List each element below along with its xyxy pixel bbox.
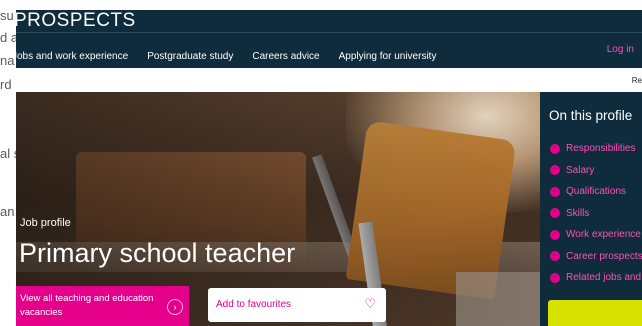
page-title: Primary school teacher — [19, 238, 296, 268]
section-link-label: Qualifications — [566, 186, 627, 198]
chevron-right-icon: › — [550, 251, 560, 262]
background-text-line: su — [0, 8, 14, 23]
sub-header-text[interactable]: Re — [632, 76, 642, 85]
site-header: PROSPECTS Jobs and work experience Postg… — [12, 10, 642, 68]
chevron-right-icon: › — [550, 143, 560, 154]
login-link[interactable]: Log in — [607, 44, 634, 55]
nav-applying-for-university[interactable]: Applying for university — [339, 51, 437, 62]
section-link-label: Related jobs and — [566, 272, 642, 284]
section-link-work-experience[interactable]: › Work experience — [550, 224, 642, 246]
chevron-right-icon: › — [550, 208, 560, 219]
chevron-right-icon: › — [550, 272, 560, 283]
sub-header-strip: Re — [16, 68, 642, 92]
prospects-logo[interactable]: PROSPECTS — [14, 10, 136, 32]
hero-banner: Job profile Primary school teacher View … — [16, 92, 540, 326]
section-link-skills[interactable]: › Skills — [550, 203, 642, 225]
section-link-label: Responsibilities — [566, 143, 636, 155]
section-link-career-prospects[interactable]: › Career prospects — [550, 246, 642, 268]
nav-jobs-and-work-experience[interactable]: Jobs and work experience — [12, 51, 128, 62]
section-link-responsibilities[interactable]: › Responsibilities — [550, 138, 642, 160]
view-vacancies-button[interactable]: View all teaching and education vacancie… — [16, 286, 189, 326]
sidebar-cta-button[interactable] — [548, 300, 642, 326]
panel-title: On this profile — [549, 108, 633, 123]
section-link-label: Career prospects — [566, 250, 642, 262]
chevron-right-icon: › — [550, 186, 560, 197]
on-this-profile-panel: On this profile › Responsibilities › Sal… — [540, 92, 642, 326]
profile-section-list: › Responsibilities › Salary › Qualificat… — [550, 138, 642, 289]
heart-icon: ♡ — [364, 296, 376, 311]
arrow-right-icon: › — [167, 299, 183, 315]
chevron-right-icon: › — [550, 165, 560, 176]
header-divider — [16, 32, 642, 33]
section-link-salary[interactable]: › Salary — [550, 160, 642, 182]
section-link-qualifications[interactable]: › Qualifications — [550, 181, 642, 203]
section-link-label: Skills — [566, 207, 590, 219]
section-link-label: Work experience — [566, 229, 641, 241]
nav-careers-advice[interactable]: Careers advice — [252, 51, 319, 62]
nav-postgraduate-study[interactable]: Postgraduate study — [147, 51, 233, 62]
add-to-favourites-button[interactable]: Add to favourites ♡ — [208, 288, 386, 322]
background-text-line: rd — [0, 77, 12, 92]
background-text-line: an — [0, 204, 15, 219]
view-vacancies-label: View all teaching and education vacancie… — [20, 293, 154, 318]
section-link-label: Salary — [566, 164, 595, 176]
job-profile-label: Job profile — [20, 217, 71, 229]
chevron-right-icon: › — [550, 229, 560, 240]
main-nav: Jobs and work experience Postgraduate st… — [12, 48, 455, 64]
section-link-related-jobs[interactable]: › Related jobs and — [550, 267, 642, 289]
add-to-favourites-label: Add to favourites — [216, 299, 292, 310]
